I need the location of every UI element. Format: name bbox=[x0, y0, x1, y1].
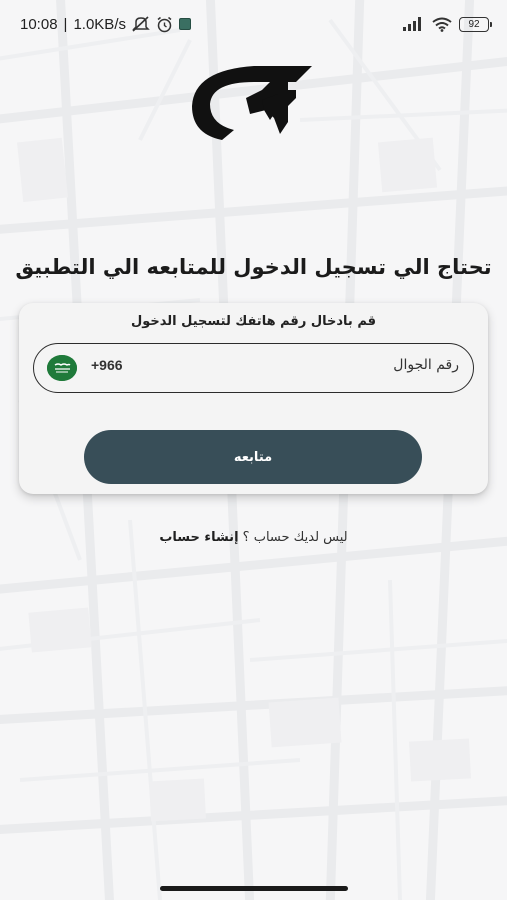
status-time: 10:08 bbox=[20, 15, 58, 33]
battery-icon: 92 bbox=[459, 16, 492, 32]
alarm-icon bbox=[157, 16, 172, 32]
login-card: قم بادخال رقم هاتفك لتسجيل الدخول +966 ر… bbox=[19, 303, 488, 494]
home-indicator[interactable] bbox=[160, 886, 348, 891]
mute-icon bbox=[132, 16, 150, 32]
continue-button[interactable]: متابعه bbox=[84, 430, 422, 484]
status-separator: | bbox=[63, 15, 68, 33]
app-notification-icon bbox=[178, 18, 191, 30]
create-account-link[interactable]: إنشاء حساب bbox=[159, 530, 238, 545]
dial-code[interactable]: +966 bbox=[91, 357, 123, 373]
status-right: 92 bbox=[403, 16, 492, 32]
phone-input[interactable] bbox=[174, 352, 354, 384]
card-subtitle: قم بادخال رقم هاتفك لتسجيل الدخول bbox=[130, 314, 377, 329]
wifi-icon bbox=[432, 17, 452, 32]
page-title: تحتاج الي تسجيل الدخول للمتابعه الي التط… bbox=[15, 255, 492, 279]
network-speed: 1.0KB/s bbox=[73, 15, 126, 33]
status-left: 10:08 | 1.0KB/s bbox=[20, 16, 191, 33]
signup-question: ليس لديك حساب ؟ bbox=[242, 530, 348, 545]
saudi-arabia-flag-icon[interactable] bbox=[47, 355, 77, 381]
signal-icon bbox=[403, 17, 421, 31]
login-screen: 10:08 | 1.0KB/s 92 تحتاج الي تسجيل الدخو… bbox=[0, 0, 507, 900]
phone-field-label: رقم الجوال bbox=[393, 357, 459, 373]
app-logo bbox=[192, 66, 312, 140]
flag-emblem-icon bbox=[47, 355, 77, 381]
phone-number-field[interactable]: +966 رقم الجوال bbox=[33, 343, 474, 393]
signup-prompt: ليس لديك حساب ؟ إنشاء حساب bbox=[0, 530, 507, 545]
status-bar: 10:08 | 1.0KB/s 92 bbox=[0, 0, 507, 48]
battery-level: 92 bbox=[468, 18, 480, 30]
